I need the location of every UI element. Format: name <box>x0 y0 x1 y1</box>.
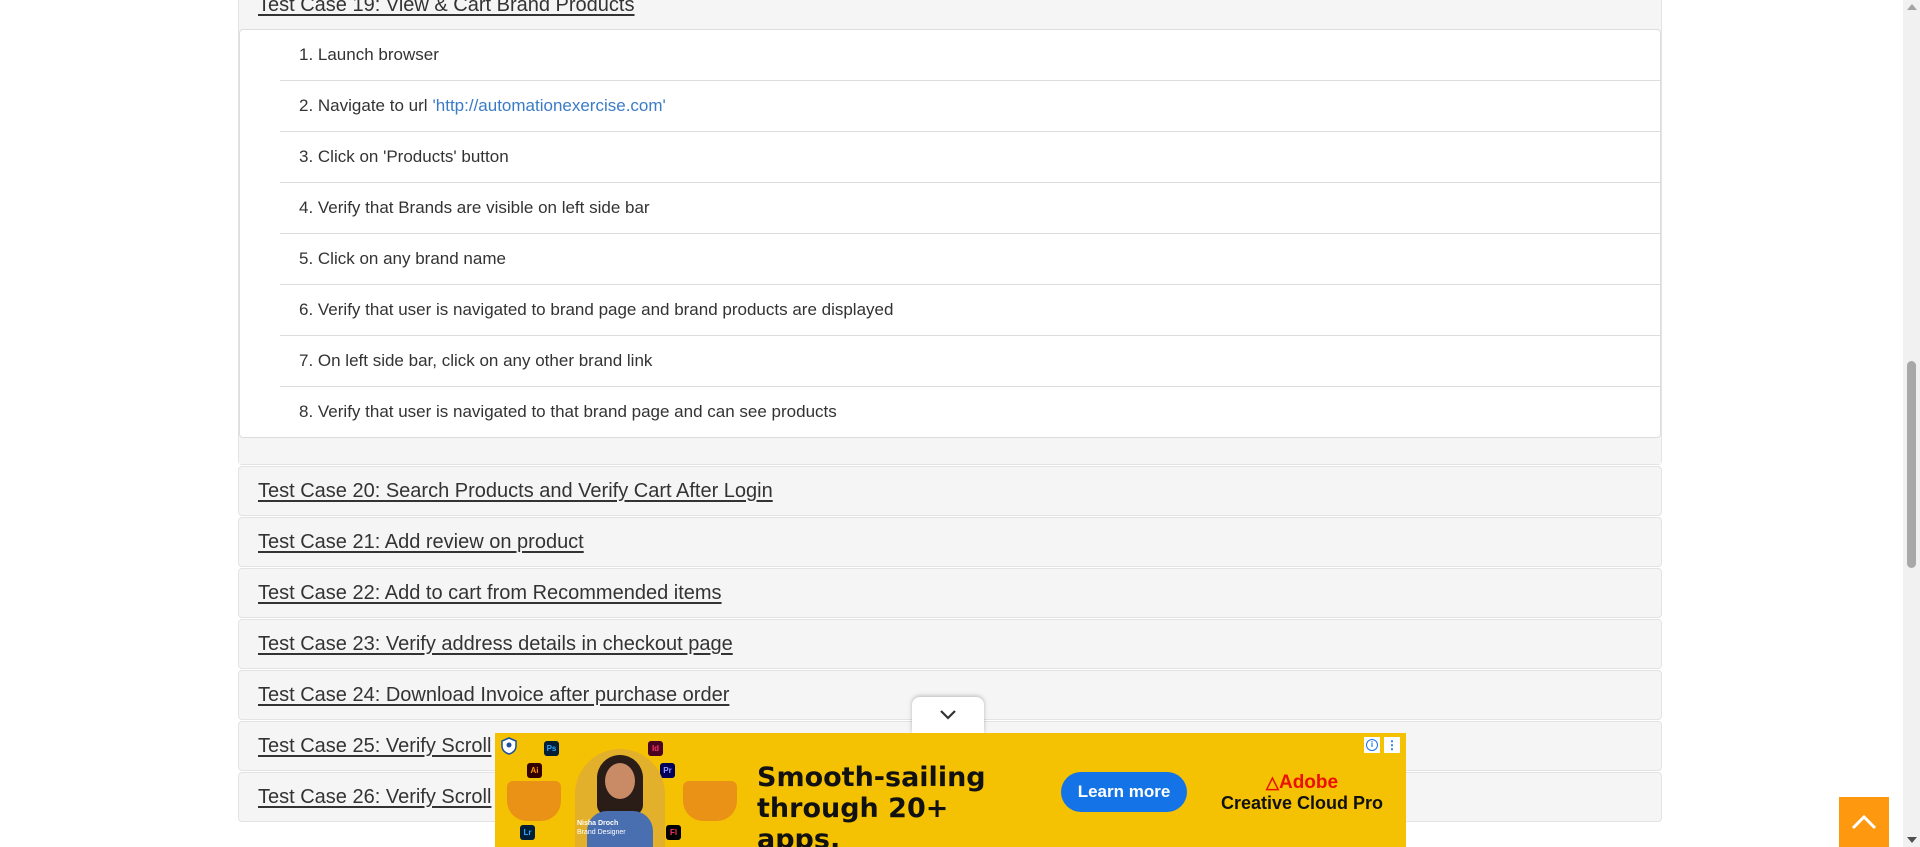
ad-person-caption: Nisha Droch Brand Designer <box>577 819 626 837</box>
step-item: 7. On left side bar, click on any other … <box>280 335 1660 386</box>
step-text: 6. Verify that user is navigated to bran… <box>299 300 894 319</box>
step-item: 6. Verify that user is navigated to bran… <box>280 284 1660 335</box>
brand-product: Creative Cloud Pro <box>1220 793 1384 813</box>
step-item: 8. Verify that user is navigated to that… <box>280 386 1660 437</box>
decorative-lantern <box>683 781 737 821</box>
test-case-title-26[interactable]: Test Case 26: Verify Scroll <box>258 786 491 809</box>
indesign-icon: Id <box>648 741 663 756</box>
panel-heading: Test Case 21: Add review on product <box>239 518 1661 566</box>
step-item: 3. Click on 'Products' button <box>280 131 1660 182</box>
shield-icon <box>501 737 517 755</box>
panel-heading: Test Case 22: Add to cart from Recommend… <box>239 569 1661 617</box>
test-case-title-21[interactable]: Test Case 21: Add review on product <box>258 531 584 554</box>
scroll-down-arrow[interactable] <box>1903 833 1920 847</box>
illustrator-icon: Ai <box>527 763 542 778</box>
adobe-logo: △Adobe <box>1265 772 1339 793</box>
step-text: 5. Click on any brand name <box>299 249 506 268</box>
steps-list: 1. Launch browser 2. Navigate to url 'htt… <box>239 29 1661 438</box>
face <box>605 763 635 799</box>
lightroom-icon: Lr <box>520 825 535 840</box>
step-item: 4. Verify that Brands are visible on lef… <box>280 182 1660 233</box>
test-case-panel-21: Test Case 21: Add review on product <box>238 517 1662 567</box>
test-case-title-19[interactable]: Test Case 19: View & Cart Brand Products <box>258 0 634 17</box>
test-case-panel-22: Test Case 22: Add to cart from Recommend… <box>238 568 1662 618</box>
panel-heading: Test Case 19: View & Cart Brand Products <box>239 0 1661 29</box>
test-case-panel-20: Test Case 20: Search Products and Verify… <box>238 466 1662 516</box>
test-case-title-20[interactable]: Test Case 20: Search Products and Verify… <box>258 480 773 503</box>
premiere-icon: Pr <box>660 763 675 778</box>
learn-more-button[interactable]: Learn more <box>1061 772 1187 812</box>
test-case-title-25[interactable]: Test Case 25: Verify Scroll <box>258 735 491 758</box>
arrow-down-icon <box>1906 837 1917 843</box>
vertical-scrollbar[interactable] <box>1903 0 1920 847</box>
decorative-lantern <box>507 781 561 821</box>
chevron-down-icon <box>940 710 956 720</box>
panel-heading: Test Case 20: Search Products and Verify… <box>239 467 1661 515</box>
step-item: 5. Click on any brand name <box>280 233 1660 284</box>
panel-body: 1. Launch browser 2. Navigate to url 'htt… <box>239 29 1661 464</box>
info-icon[interactable]: i <box>1364 737 1380 753</box>
test-case-panel-23: Test Case 23: Verify address details in … <box>238 619 1662 669</box>
ad-headline-line1: Smooth-sailing <box>757 762 986 793</box>
kebab-menu-icon[interactable]: ⋮ <box>1384 737 1400 753</box>
firefly-icon: Fl <box>666 825 681 840</box>
photoshop-icon: Ps <box>544 741 559 756</box>
test-case-panel-19: Test Case 19: View & Cart Brand Products… <box>238 0 1662 465</box>
scroll-to-top-button[interactable] <box>1839 797 1889 847</box>
test-case-title-23[interactable]: Test Case 23: Verify address details in … <box>258 633 733 656</box>
step-text: 2. Navigate to url <box>299 96 428 115</box>
step-text: 4. Verify that Brands are visible on lef… <box>299 198 650 217</box>
scroll-up-arrow[interactable] <box>1903 0 1920 14</box>
arrow-up-icon <box>1906 4 1917 10</box>
ad-controls: i ⋮ <box>1364 737 1400 753</box>
ad-brand: △Adobe Creative Cloud Pro <box>1217 772 1387 814</box>
panel-heading: Test Case 23: Verify address details in … <box>239 620 1661 668</box>
chevron-up-icon <box>1851 814 1877 830</box>
step-text: 1. Launch browser <box>299 45 439 64</box>
test-case-title-22[interactable]: Test Case 22: Add to cart from Recommend… <box>258 582 722 605</box>
ad-collapse-button[interactable] <box>912 697 984 733</box>
step-item: 2. Navigate to url 'http://automationexer… <box>280 80 1660 131</box>
scrollbar-thumb[interactable] <box>1907 361 1916 568</box>
step-text: 7. On left side bar, click on any other … <box>299 351 653 370</box>
ad-headline-line2: through 20+ apps. <box>757 793 949 847</box>
person-name: Nisha Droch <box>577 820 619 827</box>
step-text: 8. Verify that user is navigated to that… <box>299 402 837 421</box>
ad-headline: Smooth-sailing through 20+ apps. <box>757 762 1017 847</box>
test-case-title-24[interactable]: Test Case 24: Download Invoice after pur… <box>258 684 729 707</box>
step-item: 1. Launch browser <box>280 30 1660 80</box>
step-text: 3. Click on 'Products' button <box>299 147 509 166</box>
brand-name: Adobe <box>1278 772 1339 793</box>
url-link[interactable]: 'http://automationexercise.com' <box>433 96 666 116</box>
ad-banner[interactable]: Ps Id Ai Pr Lr Fl Nisha Droch Brand Desi… <box>495 733 1406 847</box>
person-role: Brand Designer <box>577 829 626 836</box>
